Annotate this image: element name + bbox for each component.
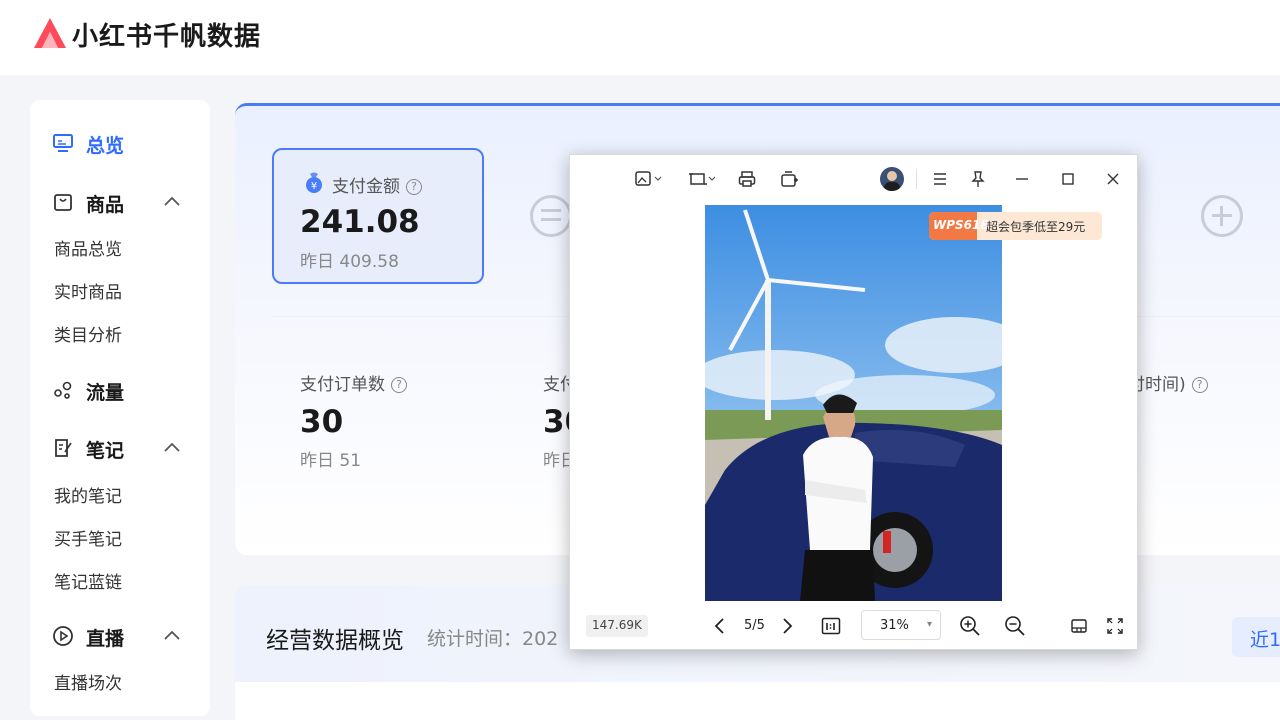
recent-range-button[interactable]: 近1	[1232, 617, 1280, 657]
print-icon[interactable]	[738, 170, 756, 188]
logo-icon	[34, 18, 66, 48]
help-icon[interactable]: ?	[391, 377, 407, 393]
sidebar-label-live: 直播	[86, 628, 125, 650]
help-icon[interactable]: ?	[1191, 377, 1208, 393]
business-overview-body	[235, 682, 1280, 720]
sidebar-item-live-sessions[interactable]: 直播场次	[54, 669, 122, 694]
chevron-up-icon[interactable]	[163, 195, 181, 207]
sidebar-item-goods-overview[interactable]: 商品总览	[54, 235, 122, 260]
svg-text:¥: ¥	[311, 181, 317, 192]
page-indicator: 5/5	[744, 618, 765, 633]
sidebar-label-notes: 笔记	[86, 440, 125, 462]
zoom-in-icon[interactable]	[959, 615, 981, 637]
sidebar-group-goods[interactable]: 商品	[30, 181, 210, 221]
zoom-value: 31%	[880, 618, 909, 633]
chevron-up-icon[interactable]	[163, 441, 181, 453]
kpi-value-pay-orders: 30	[300, 404, 344, 440]
kpi-yesterday-pay-amount: 昨日 409.58	[300, 252, 399, 272]
kpi-card-pay-amount[interactable]: ¥ 支付金额? 241.08 昨日 409.58	[272, 148, 484, 284]
kpi-title-pay-amount: 支付金额?	[332, 172, 422, 197]
zoom-select[interactable]: 31% ▾	[861, 610, 941, 640]
sidebar-item-overview[interactable]: 总览	[30, 122, 210, 162]
chevron-right-icon[interactable]	[778, 616, 796, 636]
promo-tag: WPS618	[929, 212, 989, 240]
sidebar-item-category-analysis[interactable]: 类目分析	[54, 321, 122, 346]
sidebar-label-overview: 总览	[86, 135, 125, 157]
actual-size-icon[interactable]	[821, 616, 841, 636]
kpi-title-text: 支付金额	[332, 177, 400, 197]
bag-icon	[54, 194, 72, 211]
section-time: 统计时间：202	[427, 628, 559, 650]
maximize-icon[interactable]	[1059, 170, 1077, 188]
chevron-up-icon[interactable]	[163, 629, 181, 641]
minimize-icon[interactable]	[1013, 170, 1031, 188]
sidebar-label-goods: 商品	[86, 194, 125, 216]
monitor-icon	[53, 134, 73, 152]
sidebar-item-buyer-notes[interactable]: 买手笔记	[54, 525, 122, 550]
kpi-value-pay-amount: 241.08	[300, 204, 420, 240]
menu-icon[interactable]	[931, 170, 949, 188]
sidebar-group-traffic[interactable]: 流量	[30, 369, 210, 409]
sidebar-item-note-links[interactable]: 笔记蓝链	[54, 568, 122, 593]
rotate-icon[interactable]	[688, 170, 718, 188]
image-viewer-window: WPS618 超会包季低至29元 147.69K 5/5 31% ▾	[569, 154, 1138, 650]
promo-text: 超会包季低至29元	[986, 220, 1086, 234]
file-size-badge: 147.69K	[586, 615, 648, 637]
sidebar-item-realtime-goods[interactable]: 实时商品	[54, 278, 122, 303]
top-bar: 小红书千帆数据	[0, 0, 1280, 75]
sidebar-group-live[interactable]: 直播	[30, 615, 210, 655]
sidebar-group-notes[interactable]: 笔记	[30, 427, 210, 467]
play-circle-icon	[53, 626, 73, 646]
help-icon[interactable]: ?	[406, 179, 422, 195]
money-bag-icon: ¥	[306, 172, 322, 193]
kpi-title-pay-orders: 支付订单数?	[300, 370, 407, 395]
chevron-down-icon: ▾	[926, 619, 932, 630]
sidebar-item-my-notes[interactable]: 我的笔记	[54, 482, 122, 507]
brand-title: 小红书千帆数据	[72, 22, 262, 52]
sidebar: 总览 商品 商品总览 实时商品 类目分析 流量 笔记 我的笔记 买手笔记 笔记蓝…	[30, 100, 210, 716]
edit-image-icon[interactable]	[634, 170, 664, 188]
zoom-out-icon[interactable]	[1004, 615, 1026, 637]
pin-icon[interactable]	[969, 170, 987, 188]
avatar[interactable]	[880, 167, 904, 191]
fullscreen-icon[interactable]	[1106, 617, 1124, 635]
promo-banner[interactable]: WPS618 超会包季低至29元	[929, 212, 1102, 240]
flow-icon	[54, 381, 72, 399]
close-icon[interactable]	[1104, 170, 1122, 188]
chevron-left-icon[interactable]	[711, 616, 729, 636]
kpi-title-partial-right: 付时间)?	[1128, 370, 1208, 395]
thumbnail-panel-icon[interactable]	[1070, 617, 1088, 635]
kpi-title-text: 支付订单数	[300, 375, 385, 395]
sidebar-label-traffic: 流量	[86, 382, 125, 404]
toolbar-divider	[916, 169, 917, 189]
kpi-yesterday-pay-orders: 昨日 51	[300, 451, 362, 471]
save-to-icon[interactable]	[780, 170, 798, 188]
equals-icon	[530, 195, 572, 237]
note-icon	[55, 439, 72, 457]
plus-icon[interactable]	[1201, 195, 1243, 237]
section-title: 经营数据概览	[266, 628, 404, 654]
photo	[705, 205, 1002, 601]
